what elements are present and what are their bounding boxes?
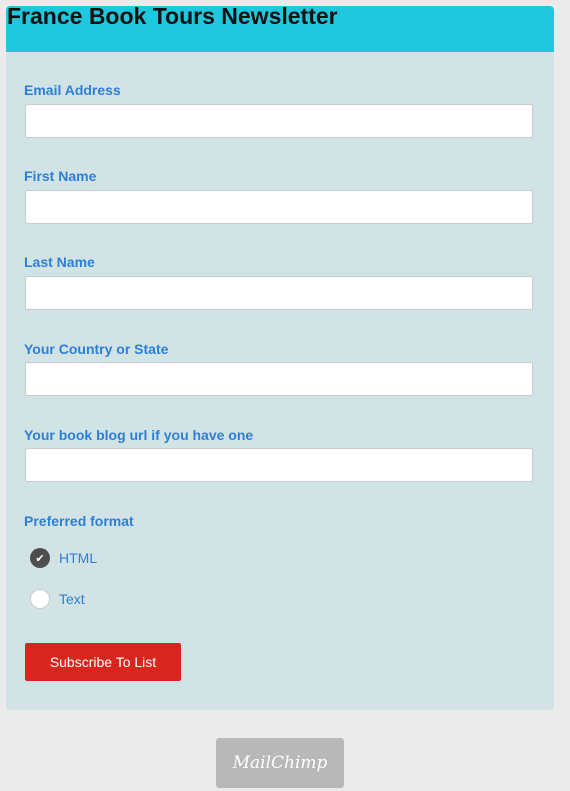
email-input[interactable]: [25, 104, 533, 138]
mailchimp-badge[interactable]: MailChimp: [216, 738, 344, 788]
radio-html-button[interactable]: ✔: [30, 548, 50, 568]
email-label: Email Address: [24, 82, 121, 98]
blog-url-label: Your book blog url if you have one: [24, 427, 254, 443]
last-name-label: Last Name: [24, 254, 95, 270]
blog-url-input[interactable]: [25, 448, 533, 482]
radio-text-label[interactable]: Text: [59, 591, 85, 607]
form-title: France Book Tours Newsletter: [7, 6, 338, 29]
check-icon: ✔: [35, 551, 45, 565]
last-name-input[interactable]: [25, 276, 533, 310]
country-input[interactable]: [25, 362, 533, 396]
radio-text-button[interactable]: [30, 589, 50, 609]
radio-text[interactable]: Text: [30, 588, 85, 610]
newsletter-form: France Book Tours Newsletter Email Addre…: [6, 6, 554, 710]
first-name-input[interactable]: [25, 190, 533, 224]
format-label: Preferred format: [24, 513, 134, 529]
first-name-label: First Name: [24, 168, 97, 184]
subscribe-button[interactable]: Subscribe To List: [25, 643, 181, 681]
radio-html-label[interactable]: HTML: [59, 550, 97, 566]
country-label: Your Country or State: [24, 341, 169, 357]
radio-html[interactable]: ✔ HTML: [30, 547, 97, 569]
